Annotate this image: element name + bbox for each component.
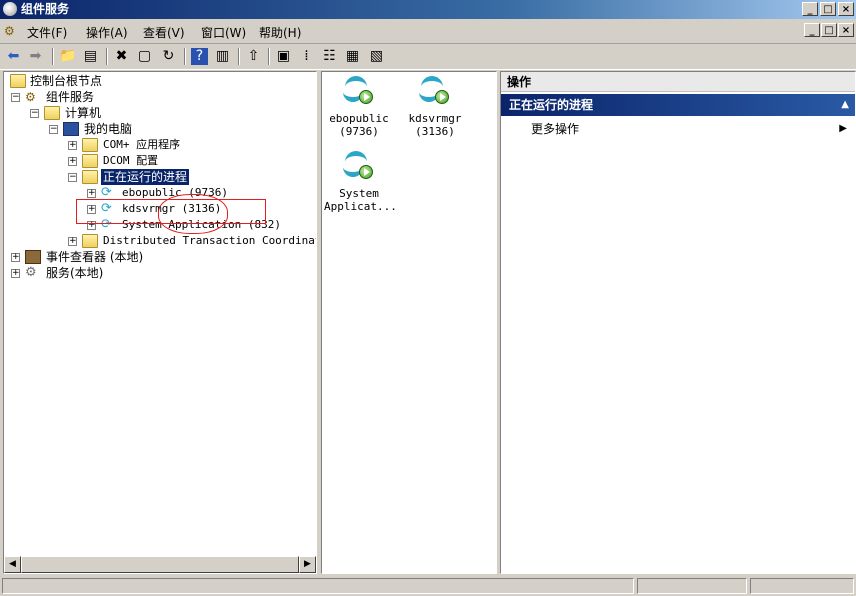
services-gear-icon: ⚙	[25, 265, 37, 280]
menu-view[interactable]: 查看(V)	[143, 24, 185, 41]
status-panel-main	[2, 578, 634, 594]
toolbar-separator	[268, 48, 270, 65]
mmc-console-icon[interactable]: ⚙	[4, 24, 18, 38]
maximize-button[interactable]: □	[820, 2, 836, 16]
menu-file[interactable]: 文件(F)	[27, 24, 67, 41]
expand-icon[interactable]: +	[68, 157, 77, 166]
child-window-controls: _ □ ×	[804, 23, 854, 37]
list-item-kdsvrmgr[interactable]: kdsvrmgr (3136)	[400, 76, 470, 138]
collapse-caret-icon[interactable]: ▲	[841, 94, 849, 116]
folder-icon	[82, 154, 98, 168]
expand-icon[interactable]: +	[11, 253, 20, 262]
folder-icon	[10, 74, 26, 88]
detail-view-icon[interactable]: ▦	[344, 48, 361, 65]
expand-icon[interactable]: +	[68, 237, 77, 246]
submenu-arrow-icon[interactable]: ▶	[839, 121, 847, 137]
toolbar-separator	[52, 48, 54, 65]
scroll-thumb[interactable]	[21, 556, 299, 573]
child-close-button[interactable]: ×	[838, 23, 854, 37]
title-bar: 组件服务 _ □ ×	[0, 0, 856, 19]
back-icon[interactable]: ⬅	[5, 48, 22, 65]
component-services-icon: ⚙	[25, 90, 36, 104]
folder-icon	[44, 106, 60, 120]
event-viewer-icon	[25, 250, 41, 264]
collapse-icon[interactable]: −	[49, 125, 58, 134]
menu-bar: ⚙ 文件(F) 操作(A) 查看(V) 窗口(W) 帮助(H) _ □ ×	[0, 19, 856, 44]
export-list-icon[interactable]: ⇧	[245, 48, 262, 65]
computer-icon	[63, 122, 79, 136]
refresh-icon[interactable]: ↻	[160, 48, 177, 65]
console-tree-pane[interactable]: 控制台根节点 − ⚙ 组件服务 − 计算机 − 我的电脑 + COM+ 应用程序…	[3, 71, 317, 574]
status-view-icon[interactable]: ▧	[368, 48, 385, 65]
child-restore-button[interactable]: □	[821, 23, 837, 37]
collapse-icon[interactable]: −	[11, 93, 20, 102]
folder-icon	[82, 138, 98, 152]
running-process-icon: ⟳	[101, 185, 112, 200]
list-view-icon[interactable]: ☷	[321, 48, 338, 65]
collapse-icon[interactable]: −	[30, 109, 39, 118]
expand-icon[interactable]: +	[68, 141, 77, 150]
actions-section-label: 正在运行的进程	[509, 98, 594, 112]
toolbar-separator	[106, 48, 108, 65]
results-pane[interactable]: ebopublic (9736) kdsvrmgr (3136) System …	[321, 71, 497, 574]
toolbar-separator	[238, 48, 240, 65]
expand-icon[interactable]: +	[87, 189, 96, 198]
scroll-right-button[interactable]: ▶	[299, 556, 316, 573]
small-icons-icon[interactable]: ⁞	[298, 48, 315, 65]
up-one-level-icon[interactable]: 📁	[59, 48, 76, 65]
collapse-icon[interactable]: −	[68, 173, 77, 182]
list-item-system-application[interactable]: System Applicat...	[324, 151, 397, 213]
minimize-button[interactable]: _	[802, 2, 818, 16]
list-item-ebopublic[interactable]: ebopublic (9736)	[324, 76, 394, 138]
annotation-circle	[158, 194, 228, 234]
show-hide-tree-icon[interactable]: ▤	[82, 48, 99, 65]
toolbar-separator	[184, 48, 186, 65]
actions-pane: 操作 正在运行的进程 ▲ 更多操作 ▶	[500, 71, 856, 574]
action-pane-icon[interactable]: ▥	[214, 48, 231, 65]
actions-header: 操作	[501, 72, 855, 92]
close-button[interactable]: ×	[838, 2, 854, 16]
status-bar	[0, 576, 856, 596]
large-icons-icon[interactable]: ▣	[275, 48, 292, 65]
toolbar: ⬅ ➡ 📁 ▤ ✖ ▢ ↻ ? ▥ ⇧ ▣ ⁞ ☷ ▦ ▧	[0, 44, 856, 70]
more-actions-link[interactable]: 更多操作	[531, 121, 579, 137]
status-panel-2	[637, 578, 747, 594]
window-controls: _ □ ×	[802, 2, 854, 16]
tree-horizontal-scrollbar[interactable]: ◀ ▶	[4, 556, 316, 573]
menu-action[interactable]: 操作(A)	[86, 24, 128, 41]
help-icon[interactable]: ?	[191, 48, 208, 65]
running-process-icon	[343, 76, 375, 108]
properties-icon[interactable]: ▢	[136, 48, 153, 65]
component-services-icon	[3, 2, 17, 16]
menu-window[interactable]: 窗口(W)	[201, 24, 246, 41]
window-title: 组件服务	[21, 2, 70, 16]
expand-icon[interactable]: +	[11, 269, 20, 278]
running-process-icon	[343, 151, 375, 183]
folder-icon	[82, 234, 98, 248]
child-minimize-button[interactable]: _	[804, 23, 820, 37]
actions-section-running-processes[interactable]: 正在运行的进程 ▲	[501, 94, 855, 116]
folder-icon	[82, 170, 98, 184]
delete-icon[interactable]: ✖	[113, 48, 130, 65]
forward-icon[interactable]: ➡	[27, 48, 44, 65]
running-process-icon	[419, 76, 451, 108]
status-panel-3	[750, 578, 854, 594]
scroll-left-button[interactable]: ◀	[4, 556, 21, 573]
menu-help[interactable]: 帮助(H)	[259, 24, 301, 41]
